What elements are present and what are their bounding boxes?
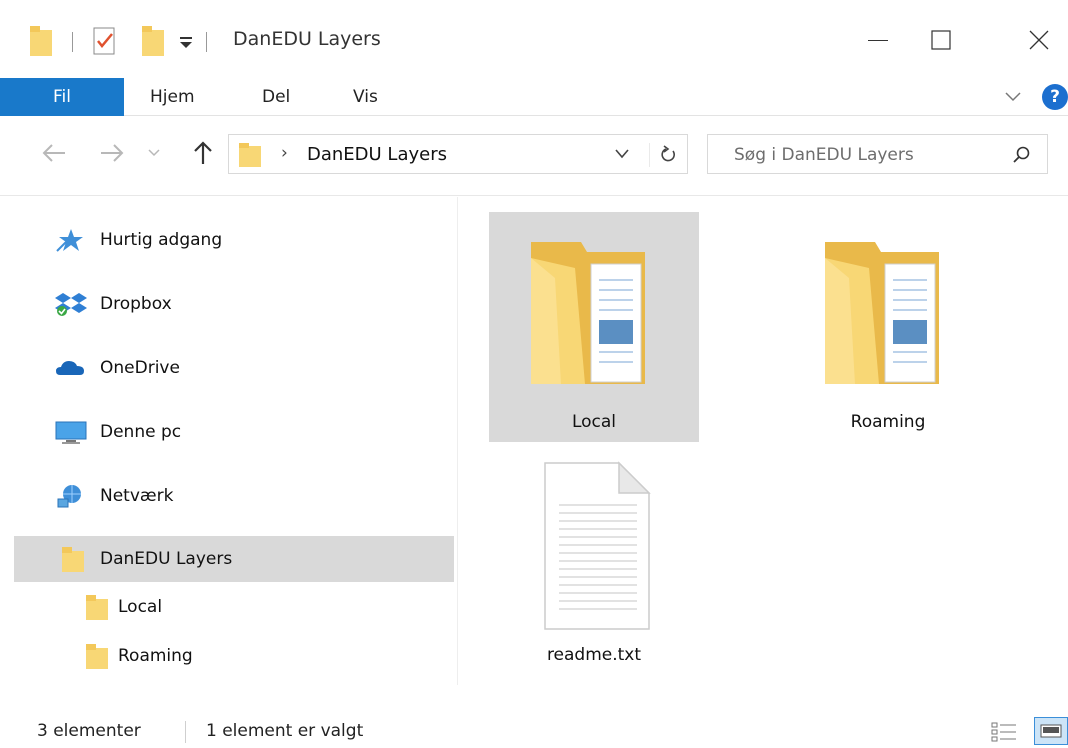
network-icon [57,485,81,508]
toolbar-divider [206,32,207,52]
file-item-local[interactable]: Local [489,212,699,442]
sidebar-item-label: Local [118,597,163,617]
navigation-pane: Hurtig adgang Dropbox OneDrive Denne pc [0,197,458,685]
maximize-button[interactable] [918,20,964,60]
sidebar-item-local[interactable]: Local [14,584,454,630]
folder-app-icon [30,26,52,56]
sidebar-item-label: Hurtig adgang [100,230,223,250]
back-button[interactable] [34,136,74,170]
search-placeholder: Søg i DanEDU Layers [734,145,914,165]
up-button[interactable] [186,136,220,170]
arrow-up-icon [194,141,212,164]
file-item-label: Roaming [850,412,926,432]
close-button[interactable] [1016,20,1062,60]
status-divider [185,721,186,743]
folder-icon [86,644,108,669]
chevron-down-icon[interactable] [613,147,631,161]
tab-fil[interactable]: Fil [0,78,124,116]
refresh-icon [660,145,675,162]
star-pin-icon [56,229,83,252]
sidebar-item-label: DanEDU Layers [100,549,233,569]
tab-hjem[interactable]: Hjem [150,78,195,116]
sidebar-item-label: Denne pc [100,422,182,442]
file-item-label: Local [571,412,617,432]
window-title: DanEDU Layers [233,28,381,50]
chevron-down-icon [148,149,160,157]
refresh-button[interactable] [649,143,685,167]
quick-access-toolbar [30,26,207,56]
close-icon [1029,30,1049,50]
sidebar-item-label: Dropbox [100,294,172,314]
dropbox-icon [55,293,87,316]
chevron-down-icon[interactable] [1004,89,1022,103]
arrow-right-icon [101,144,124,162]
sidebar-item-netvaerk[interactable]: Netværk [14,473,454,519]
sidebar-item-onedrive[interactable]: OneDrive [14,345,454,391]
folder-large-icon [825,242,939,384]
selection-count: 1 element er valgt [206,721,364,741]
minimize-icon [868,40,888,41]
new-folder-icon[interactable] [142,26,164,56]
large-icons-view-icon [1040,724,1062,738]
file-item-readme[interactable]: readme.txt [489,455,699,680]
sidebar-item-danedu-layers[interactable]: DanEDU Layers [14,536,454,582]
onedrive-icon [56,361,84,375]
folder-icon [62,547,84,572]
sidebar-item-label: Roaming [118,646,193,666]
status-bar: 3 elementer 1 element er valgt [0,685,1068,748]
forward-button[interactable] [92,136,132,170]
file-item-label: readme.txt [546,645,642,665]
address-bar[interactable]: › DanEDU Layers [228,134,688,174]
sidebar-item-hurtig-adgang[interactable]: Hurtig adgang [14,217,454,263]
minimize-button[interactable] [855,20,901,60]
properties-icon[interactable] [93,27,115,55]
ribbon: Fil Hjem Del Vis ? [0,78,1068,116]
details-view-icon[interactable] [990,719,1020,745]
breadcrumb-separator: › [281,143,288,163]
sidebar-item-dropbox[interactable]: Dropbox [14,281,454,327]
sidebar-item-denne-pc[interactable]: Denne pc [14,409,454,455]
recent-locations-button[interactable] [144,136,164,170]
item-count: 3 elementer [37,721,141,741]
navigation-bar: › DanEDU Layers Søg i DanEDU Layers [0,116,1068,196]
breadcrumb[interactable]: DanEDU Layers [307,144,447,165]
computer-icon [55,421,87,444]
tab-vis[interactable]: Vis [353,78,378,116]
text-file-icon [544,461,651,630]
sidebar-item-label: Netværk [100,486,174,506]
title-bar: DanEDU Layers [0,0,1068,78]
help-icon[interactable]: ? [1042,84,1068,110]
tab-del[interactable]: Del [262,78,290,116]
search-icon[interactable] [1012,145,1032,165]
file-list: Local Roaming readme.txt [459,197,1068,685]
sidebar-item-roaming[interactable]: Roaming [14,633,454,679]
sidebar-item-label: OneDrive [100,358,180,378]
search-input[interactable]: Søg i DanEDU Layers [707,134,1048,174]
folder-large-icon [531,242,645,384]
maximize-icon [931,30,951,50]
arrow-left-icon [42,144,65,162]
folder-icon [239,143,261,167]
customize-toolbar-icon[interactable] [180,37,192,48]
large-icons-view-button[interactable] [1034,717,1068,745]
file-item-roaming[interactable]: Roaming [783,212,993,442]
toolbar-divider [72,32,73,52]
folder-icon [86,595,108,620]
